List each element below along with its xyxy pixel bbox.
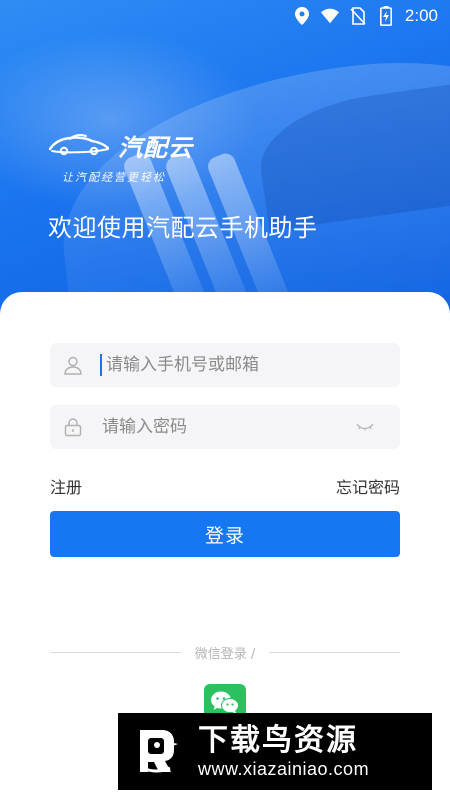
login-button[interactable]: 登录	[50, 511, 400, 557]
watermark-banner: 下载鸟资源 www.xiazainiao.com	[118, 713, 432, 790]
user-icon	[50, 355, 96, 375]
auth-links: 注册 忘记密码	[50, 474, 400, 498]
text-caret	[100, 354, 102, 376]
account-input[interactable]	[106, 355, 346, 375]
brand-logo: 汽配云 让汽配经营更轻松	[48, 128, 193, 185]
watermark-title: 下载鸟资源	[198, 722, 358, 758]
car-logo-icon	[48, 131, 112, 161]
welcome-title: 欢迎使用汽配云手机助手	[48, 214, 318, 242]
brand-slogan: 让汽配经营更轻松	[62, 171, 166, 184]
brand-name: 汽配云	[118, 134, 193, 162]
hero-banner: 2:00 汽配云 让汽配经营更轻松 欢迎使用汽配云手机助手	[0, 0, 450, 330]
divider-line-right	[269, 651, 401, 653]
bird-logo-icon	[128, 723, 184, 781]
no-sim-icon	[349, 7, 367, 25]
register-link[interactable]: 注册	[50, 474, 82, 498]
forgot-password-link[interactable]: 忘记密码	[336, 474, 400, 498]
status-bar: 2:00	[0, 0, 450, 32]
watermark-url: www.xiazainiao.com	[198, 758, 370, 779]
wifi-icon	[320, 7, 339, 25]
clock: 2:00	[404, 6, 438, 25]
password-input[interactable]	[102, 417, 342, 437]
social-login-divider: 微信登录 /	[50, 642, 401, 662]
wechat-login-label: 微信登录 /	[194, 646, 256, 662]
password-field[interactable]	[50, 405, 400, 449]
battery-charging-icon	[377, 6, 395, 26]
location-icon	[293, 7, 311, 25]
eye-closed-icon[interactable]	[356, 418, 374, 438]
watermark-text: 下载鸟资源 www.xiazainiao.com	[198, 722, 370, 780]
divider-line-left	[50, 651, 181, 653]
account-field[interactable]	[50, 343, 400, 387]
lock-icon	[50, 417, 96, 437]
